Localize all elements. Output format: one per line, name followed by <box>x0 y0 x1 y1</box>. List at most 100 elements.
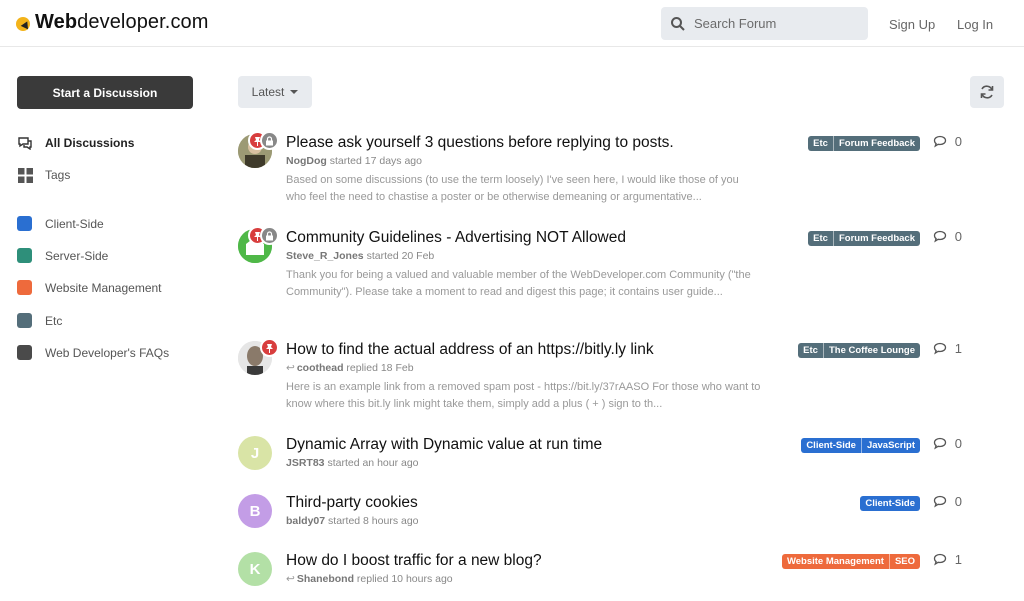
discussion-tags: Etc Forum Feedback <box>808 136 920 151</box>
chevron-down-icon <box>290 90 299 94</box>
tag-badge[interactable]: Etc <box>808 231 833 246</box>
discussion-action: started 8 hours ago <box>328 515 419 527</box>
tag-color-swatch <box>17 345 32 360</box>
discussion-excerpt: Here is an example link from a removed s… <box>286 381 761 410</box>
nav-label: Tags <box>45 168 71 182</box>
lock-icon <box>260 131 279 150</box>
tag-badge[interactable]: Etc <box>798 343 823 358</box>
comment-icon <box>933 553 946 566</box>
reply-icon: ↩ <box>286 362 295 374</box>
tag-label: Web Developer's FAQs <box>45 345 170 360</box>
discussion-title[interactable]: How do I boost traffic for a new blog? <box>286 552 542 570</box>
tag-badge[interactable]: Forum Feedback <box>832 231 920 246</box>
discussion-meta: Steve_R_Jones started 20 Feb <box>286 250 434 262</box>
logo-cursor-icon <box>16 16 30 31</box>
avatar[interactable]: B <box>238 494 272 528</box>
tag-label: Etc <box>45 313 63 328</box>
discussion-action: replied 18 Feb <box>346 362 414 374</box>
tag-label: Website Management <box>45 280 162 295</box>
reply-count-value: 0 <box>954 229 962 244</box>
grid-icon <box>17 167 33 183</box>
search-input[interactable] <box>694 16 854 31</box>
refresh-button[interactable] <box>970 76 1004 108</box>
discussion-title[interactable]: Dynamic Array with Dynamic value at run … <box>286 436 602 454</box>
search-icon <box>671 16 685 31</box>
sidebar-tag-client-side[interactable]: Client-Side <box>17 216 104 231</box>
tag-badge[interactable]: Website Management <box>781 554 889 569</box>
sidebar-tag-server-side[interactable]: Server-Side <box>17 248 108 263</box>
site-logo[interactable]: Webdeveloper.com <box>16 11 209 34</box>
author-name[interactable]: baldy07 <box>286 515 325 527</box>
author-name[interactable]: coothead <box>297 362 344 374</box>
discussion-meta: ↩ Shanebond replied 10 hours ago <box>286 573 453 585</box>
sign-up-link[interactable]: Sign Up <box>889 17 935 32</box>
discussion-excerpt: Based on some discussions (to use the te… <box>286 174 739 203</box>
nav-all-discussions[interactable]: All Discussions <box>17 135 134 151</box>
reply-count: 0 <box>933 229 962 244</box>
log-in-link[interactable]: Log In <box>957 17 993 32</box>
tag-badge[interactable]: Etc <box>808 136 833 151</box>
start-discussion-button[interactable]: Start a Discussion <box>17 76 193 109</box>
lock-icon <box>260 226 279 245</box>
tag-badge[interactable]: Forum Feedback <box>832 136 920 151</box>
tag-color-swatch <box>17 280 32 295</box>
discussion-meta: NogDog started 17 days ago <box>286 155 422 167</box>
nav-label: All Discussions <box>45 136 135 150</box>
reply-count: 0 <box>933 436 962 451</box>
refresh-icon <box>980 85 994 99</box>
avatar[interactable]: J <box>238 436 272 470</box>
logo-text-rest: developer.com <box>77 11 209 33</box>
reply-count-value: 0 <box>954 134 962 149</box>
comment-icon <box>933 135 946 148</box>
discussion-title[interactable]: Third-party cookies <box>286 494 418 512</box>
discussion-action: started an hour ago <box>327 457 419 469</box>
tag-color-swatch <box>17 313 32 328</box>
nav-tags[interactable]: Tags <box>17 167 70 183</box>
discussion-meta: ↩ coothead replied 18 Feb <box>286 362 414 374</box>
discussion-item[interactable]: Please ask yourself 3 questions before r… <box>238 131 1004 206</box>
discussion-item[interactable]: J Dynamic Array with Dynamic value at ru… <box>238 436 1004 476</box>
sidebar-tag-website-management[interactable]: Website Management <box>17 280 162 295</box>
comment-icon <box>933 495 946 508</box>
reply-count: 1 <box>933 341 962 356</box>
discussion-action: started 20 Feb <box>366 250 435 262</box>
discussion-tags: Client-Side <box>860 496 920 511</box>
reply-icon: ↩ <box>286 573 295 585</box>
author-name[interactable]: NogDog <box>286 155 327 167</box>
discussion-tags: Etc Forum Feedback <box>808 231 920 246</box>
discussion-tags: Etc The Coffee Lounge <box>798 343 920 358</box>
tag-color-swatch <box>17 248 32 263</box>
sort-dropdown[interactable]: Latest <box>238 76 312 108</box>
discussion-item[interactable]: Community Guidelines - Advertising NOT A… <box>238 226 1004 319</box>
avatar[interactable]: K <box>238 552 272 586</box>
discussion-item[interactable]: B Third-party cookies baldy07 started 8 … <box>238 494 1004 534</box>
discussion-tags: Website Management SEO <box>781 554 920 569</box>
author-name[interactable]: Steve_R_Jones <box>286 250 364 262</box>
search-bar[interactable] <box>661 7 868 40</box>
tag-badge[interactable]: Client-Side <box>801 438 861 453</box>
discussion-excerpt: Thank you for being a valued and valuabl… <box>286 269 751 298</box>
site-header: Webdeveloper.com Sign Up Log In <box>0 0 1024 47</box>
sidebar-tag-faqs[interactable]: Web Developer's FAQs <box>17 345 169 360</box>
reply-count-value: 0 <box>954 494 962 509</box>
tag-badge[interactable]: The Coffee Lounge <box>822 343 920 358</box>
tag-badge[interactable]: SEO <box>888 554 920 569</box>
discussion-title[interactable]: How to find the actual address of an htt… <box>286 341 654 359</box>
discussion-item[interactable]: K How do I boost traffic for a new blog?… <box>238 552 1004 592</box>
comment-icon <box>933 342 946 355</box>
sidebar-tag-etc[interactable]: Etc <box>17 313 62 328</box>
discussion-title[interactable]: Community Guidelines - Advertising NOT A… <box>286 229 626 247</box>
author-name[interactable]: JSRT83 <box>286 457 325 469</box>
pin-icon <box>260 338 279 357</box>
tag-label: Server-Side <box>45 248 109 263</box>
discussion-title[interactable]: Please ask yourself 3 questions before r… <box>286 134 674 152</box>
author-name[interactable]: Shanebond <box>297 573 354 585</box>
discussion-action: started 17 days ago <box>329 155 422 167</box>
comment-icon <box>933 437 946 450</box>
comment-icon <box>933 230 946 243</box>
discussion-item[interactable]: How to find the actual address of an htt… <box>238 338 1004 413</box>
tag-label: Client-Side <box>45 216 104 231</box>
tag-badge[interactable]: Client-Side <box>860 496 920 511</box>
tag-badge[interactable]: JavaScript <box>860 438 920 453</box>
reply-count-value: 1 <box>954 341 962 356</box>
